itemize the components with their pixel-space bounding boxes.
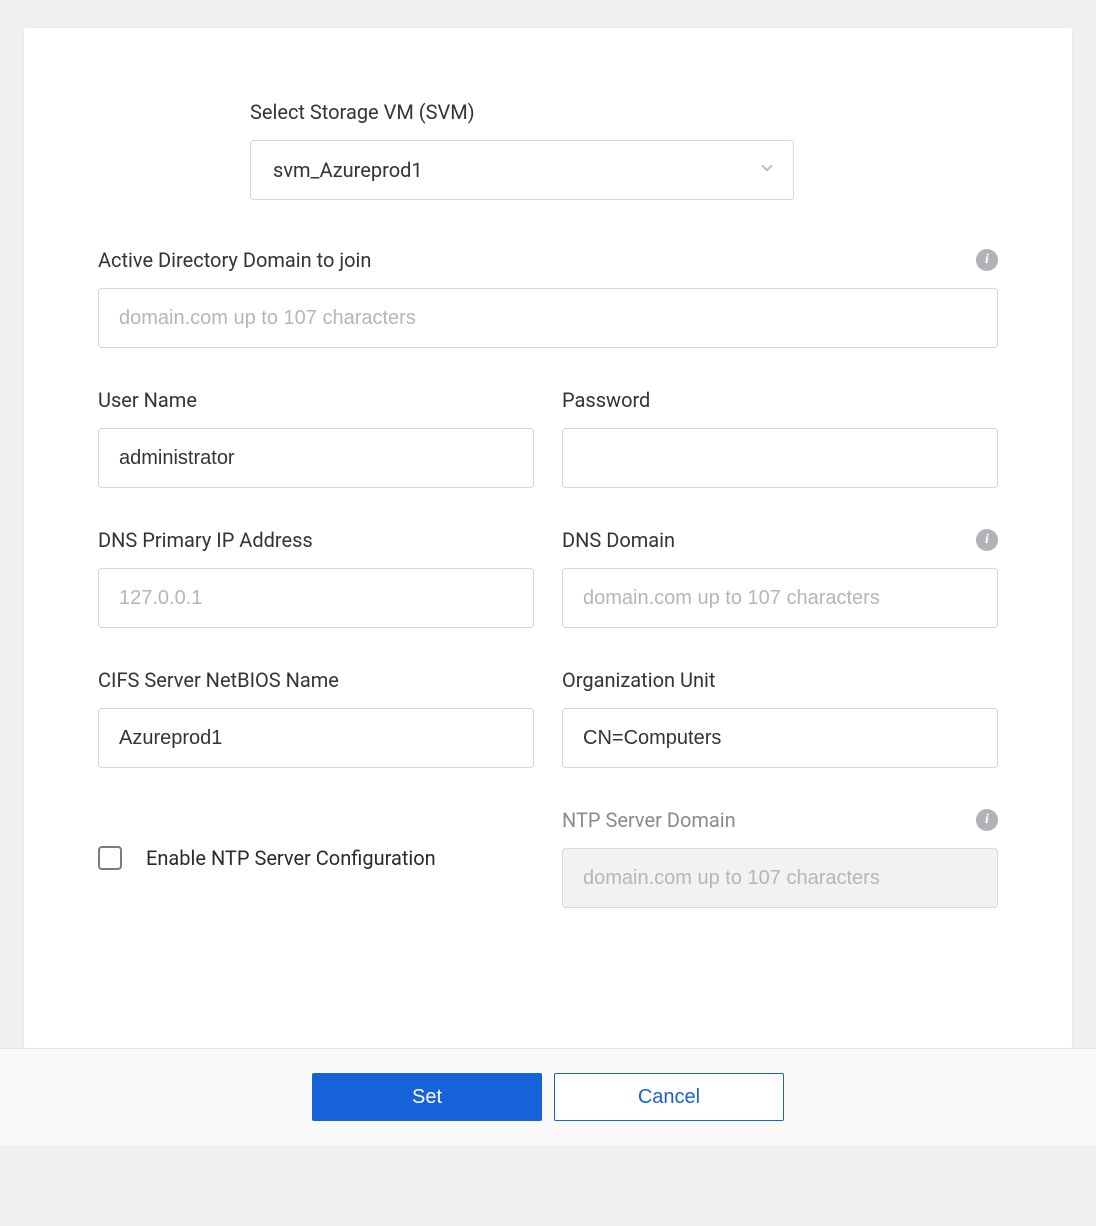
password-input[interactable] bbox=[562, 428, 998, 488]
netbios-label: CIFS Server NetBIOS Name bbox=[98, 668, 534, 692]
dns-domain-input[interactable] bbox=[562, 568, 998, 628]
ou-label: Organization Unit bbox=[562, 668, 998, 692]
dns-ip-label: DNS Primary IP Address bbox=[98, 528, 534, 552]
cancel-button[interactable]: Cancel bbox=[554, 1073, 784, 1121]
cifs-setup-card: Select Storage VM (SVM) svm_Azureprod1 A… bbox=[24, 28, 1072, 1048]
svm-selected-value: svm_Azureprod1 bbox=[273, 158, 423, 182]
username-input[interactable] bbox=[98, 428, 534, 488]
ou-input[interactable] bbox=[562, 708, 998, 768]
ntp-domain-input bbox=[562, 848, 998, 908]
password-label: Password bbox=[562, 388, 998, 412]
ad-domain-input[interactable] bbox=[98, 288, 998, 348]
ntp-domain-label: NTP Server Domain bbox=[562, 808, 736, 832]
info-icon[interactable]: i bbox=[976, 809, 998, 831]
username-label: User Name bbox=[98, 388, 534, 412]
ntp-enable-label: Enable NTP Server Configuration bbox=[146, 846, 436, 870]
set-button[interactable]: Set bbox=[312, 1073, 542, 1121]
info-icon[interactable]: i bbox=[976, 249, 998, 271]
dns-ip-input[interactable] bbox=[98, 568, 534, 628]
svm-label: Select Storage VM (SVM) bbox=[250, 100, 794, 124]
dns-domain-label: DNS Domain bbox=[562, 528, 675, 552]
svm-select[interactable]: svm_Azureprod1 bbox=[250, 140, 794, 200]
footer: Set Cancel bbox=[0, 1048, 1096, 1145]
info-icon[interactable]: i bbox=[976, 529, 998, 551]
ntp-enable-checkbox[interactable] bbox=[98, 846, 122, 870]
ad-domain-label: Active Directory Domain to join bbox=[98, 248, 371, 272]
netbios-input[interactable] bbox=[98, 708, 534, 768]
